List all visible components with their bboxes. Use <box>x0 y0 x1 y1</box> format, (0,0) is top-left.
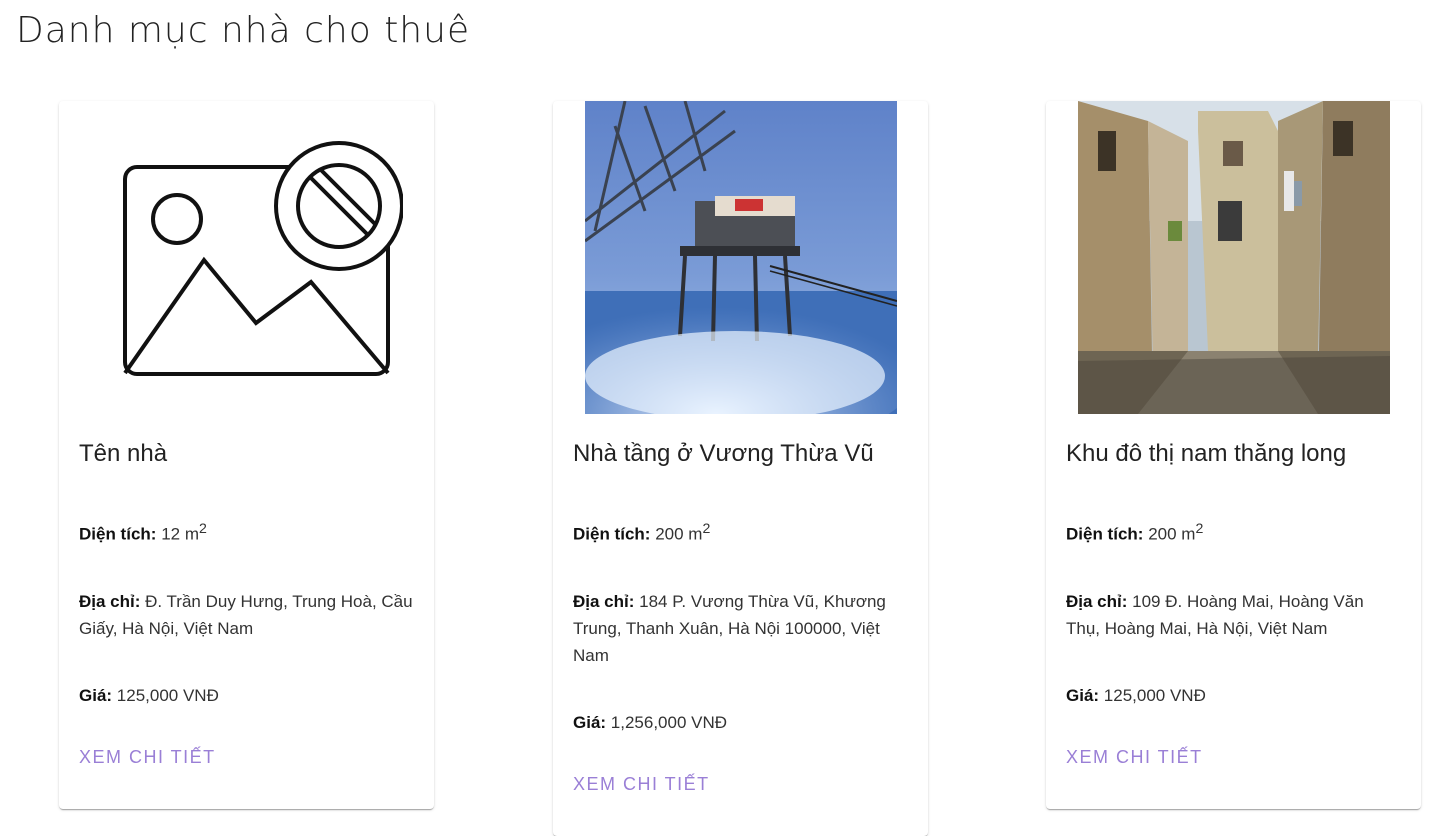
view-detail-button[interactable]: XEM CHI TIẾT <box>79 747 216 768</box>
house-card: Khu đô thị nam thăng long Diện tích: 200… <box>1046 101 1421 809</box>
house-title: Tên nhà <box>79 440 168 467</box>
page-title: Danh mục nhà cho thuê <box>16 10 471 51</box>
address-field: Địa chỉ: Đ. Trần Duy Hưng, Trung Hoà, Cầ… <box>79 591 413 638</box>
view-detail-button[interactable]: XEM CHI TIẾT <box>1066 747 1203 768</box>
house-image <box>1077 101 1390 414</box>
price-field: Giá: 125,000 VNĐ <box>79 685 219 705</box>
area-field: Diện tích: 200 m2 <box>573 521 711 544</box>
house-image <box>584 101 897 414</box>
house-image-placeholder <box>91 101 403 414</box>
street-alley-photo <box>1077 101 1390 414</box>
broken-image-icon <box>122 141 403 376</box>
view-detail-button[interactable]: XEM CHI TIẾT <box>573 774 710 795</box>
house-card: Tên nhà Diện tích: 12 m2 Địa chỉ: Đ. Trầ… <box>59 101 434 809</box>
offshore-platform-photo <box>584 101 897 414</box>
area-field: Diện tích: 200 m2 <box>1066 521 1204 544</box>
area-field: Diện tích: 12 m2 <box>79 521 207 544</box>
price-field: Giá: 125,000 VNĐ <box>1066 685 1206 705</box>
house-title: Nhà tầng ở Vương Thừa Vũ <box>573 440 874 467</box>
price-field: Giá: 1,256,000 VNĐ <box>573 712 728 732</box>
address-field: Địa chỉ: 109 Đ. Hoàng Mai, Hoàng Văn Thụ… <box>1066 591 1364 638</box>
house-card: Nhà tầng ở Vương Thừa Vũ Diện tích: 200 … <box>553 101 928 836</box>
house-title: Khu đô thị nam thăng long <box>1066 440 1347 467</box>
address-field: Địa chỉ: 184 P. Vương Thừa Vũ, Khương Tr… <box>573 591 886 665</box>
